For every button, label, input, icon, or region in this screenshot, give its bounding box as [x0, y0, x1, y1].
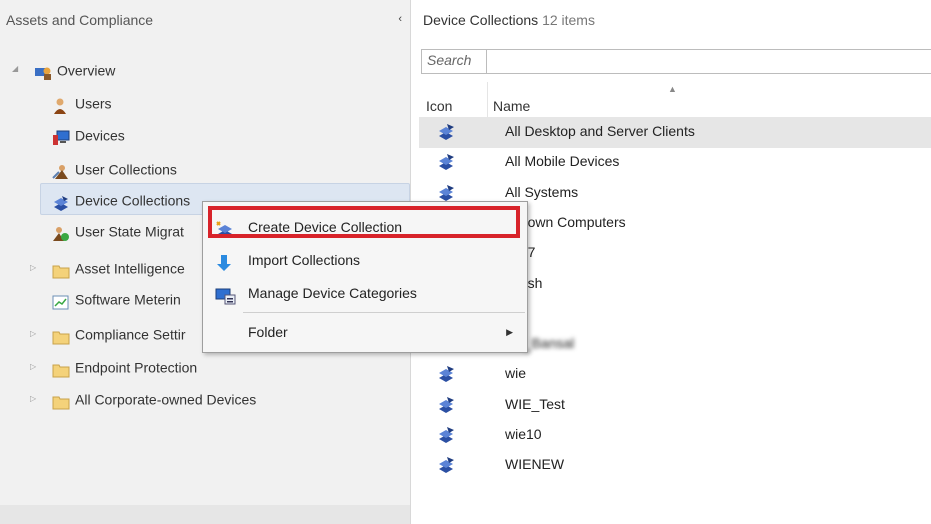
- item-count: 12 items: [542, 12, 595, 28]
- import-arrow-icon: [215, 252, 237, 271]
- menu-item-manage-device-categories[interactable]: Manage Device Categories: [203, 278, 527, 308]
- tree-item-user-collections[interactable]: User Collections: [52, 154, 177, 182]
- folder-icon: [52, 260, 70, 279]
- expand-arrow-icon[interactable]: ▷: [30, 362, 36, 371]
- devices-icon: [52, 127, 70, 146]
- software-metering-icon: [52, 291, 70, 310]
- expand-arrow-icon[interactable]: ▷: [30, 263, 36, 272]
- folder-icon: [52, 391, 70, 410]
- folder-icon: [52, 326, 70, 345]
- user-state-migration-icon: [52, 223, 70, 242]
- menu-item-folder[interactable]: Folder ▶: [203, 317, 527, 347]
- list-header: Device Collections 12 items: [423, 12, 595, 28]
- column-header-icon[interactable]: Icon: [421, 82, 481, 118]
- sort-ascending-icon: ▲: [668, 84, 677, 94]
- tree-item-software-metering[interactable]: Software Meterin: [52, 284, 181, 312]
- column-header-name[interactable]: ▲ Name: [487, 82, 931, 118]
- device-collection-icon: [437, 457, 457, 474]
- device-collection-icon: [437, 396, 457, 414]
- expand-arrow-icon[interactable]: ▷: [30, 394, 36, 403]
- pane-bottom-bar: [0, 505, 410, 524]
- tree-item-device-collections[interactable]: Device Collections: [52, 185, 190, 213]
- device-collection-icon: [437, 427, 457, 444]
- tree-item-user-state-migration[interactable]: User State Migrat: [52, 216, 184, 244]
- tree-item-compliance-settings[interactable]: Compliance Settir: [52, 319, 186, 347]
- device-collection-icon: [437, 184, 457, 202]
- device-collection-icon: [437, 124, 457, 141]
- device-collection-icon: [437, 366, 457, 383]
- table-row[interactable]: wie10: [419, 420, 931, 451]
- collection-name: wie10: [505, 426, 542, 442]
- collection-name: All Systems: [505, 183, 579, 200]
- device-collections-icon: [52, 192, 70, 212]
- folder-icon: [52, 359, 70, 378]
- menu-separator: [243, 312, 525, 313]
- table-row[interactable]: WIENEW: [419, 450, 931, 481]
- device-collection-icon: [437, 154, 457, 171]
- overview-icon: [34, 62, 52, 81]
- collection-name: All Desktop and Server Clients: [505, 123, 695, 139]
- workspace-title: Assets and Compliance: [6, 12, 154, 28]
- collection-name: All Mobile Devices: [505, 153, 620, 170]
- collection-name: wie: [505, 365, 527, 382]
- collection-name: WIE_Test: [505, 395, 565, 412]
- table-row[interactable]: wie: [419, 359, 931, 390]
- highlight-annotation-box: [208, 206, 520, 238]
- tree-item-all-corporate-owned-devices[interactable]: All Corporate-owned Devices: [52, 384, 256, 412]
- tree-item-endpoint-protection[interactable]: Endpoint Protection: [52, 352, 197, 380]
- search-divider: [486, 50, 487, 73]
- search-placeholder: Search: [427, 52, 472, 68]
- list-title: Device Collections: [423, 12, 539, 28]
- tree-item-users[interactable]: Users: [52, 88, 112, 116]
- search-input[interactable]: Search: [421, 49, 931, 74]
- menu-item-import-collections[interactable]: Import Collections: [203, 245, 527, 275]
- collapse-pane-icon[interactable]: ‹: [398, 13, 402, 25]
- workspace-header: Assets and Compliance ‹: [6, 12, 406, 34]
- expand-arrow-icon[interactable]: ▷: [30, 329, 36, 338]
- table-row[interactable]: WIE_Test: [419, 390, 931, 421]
- collapse-arrow-icon[interactable]: ◢: [12, 64, 18, 73]
- table-row[interactable]: All Desktop and Server Clients: [419, 117, 931, 148]
- tree-item-devices[interactable]: Devices: [52, 120, 125, 148]
- user-collections-icon: [52, 161, 70, 180]
- device-categories-icon: [215, 285, 237, 305]
- collection-name: WIENEW: [505, 456, 565, 473]
- users-icon: [52, 95, 70, 115]
- submenu-arrow-icon: ▶: [506, 327, 513, 337]
- tree-item-asset-intelligence[interactable]: Asset Intelligence: [52, 253, 185, 281]
- tree-item-overview[interactable]: Overview: [34, 55, 115, 83]
- table-row[interactable]: All Mobile Devices: [419, 147, 931, 178]
